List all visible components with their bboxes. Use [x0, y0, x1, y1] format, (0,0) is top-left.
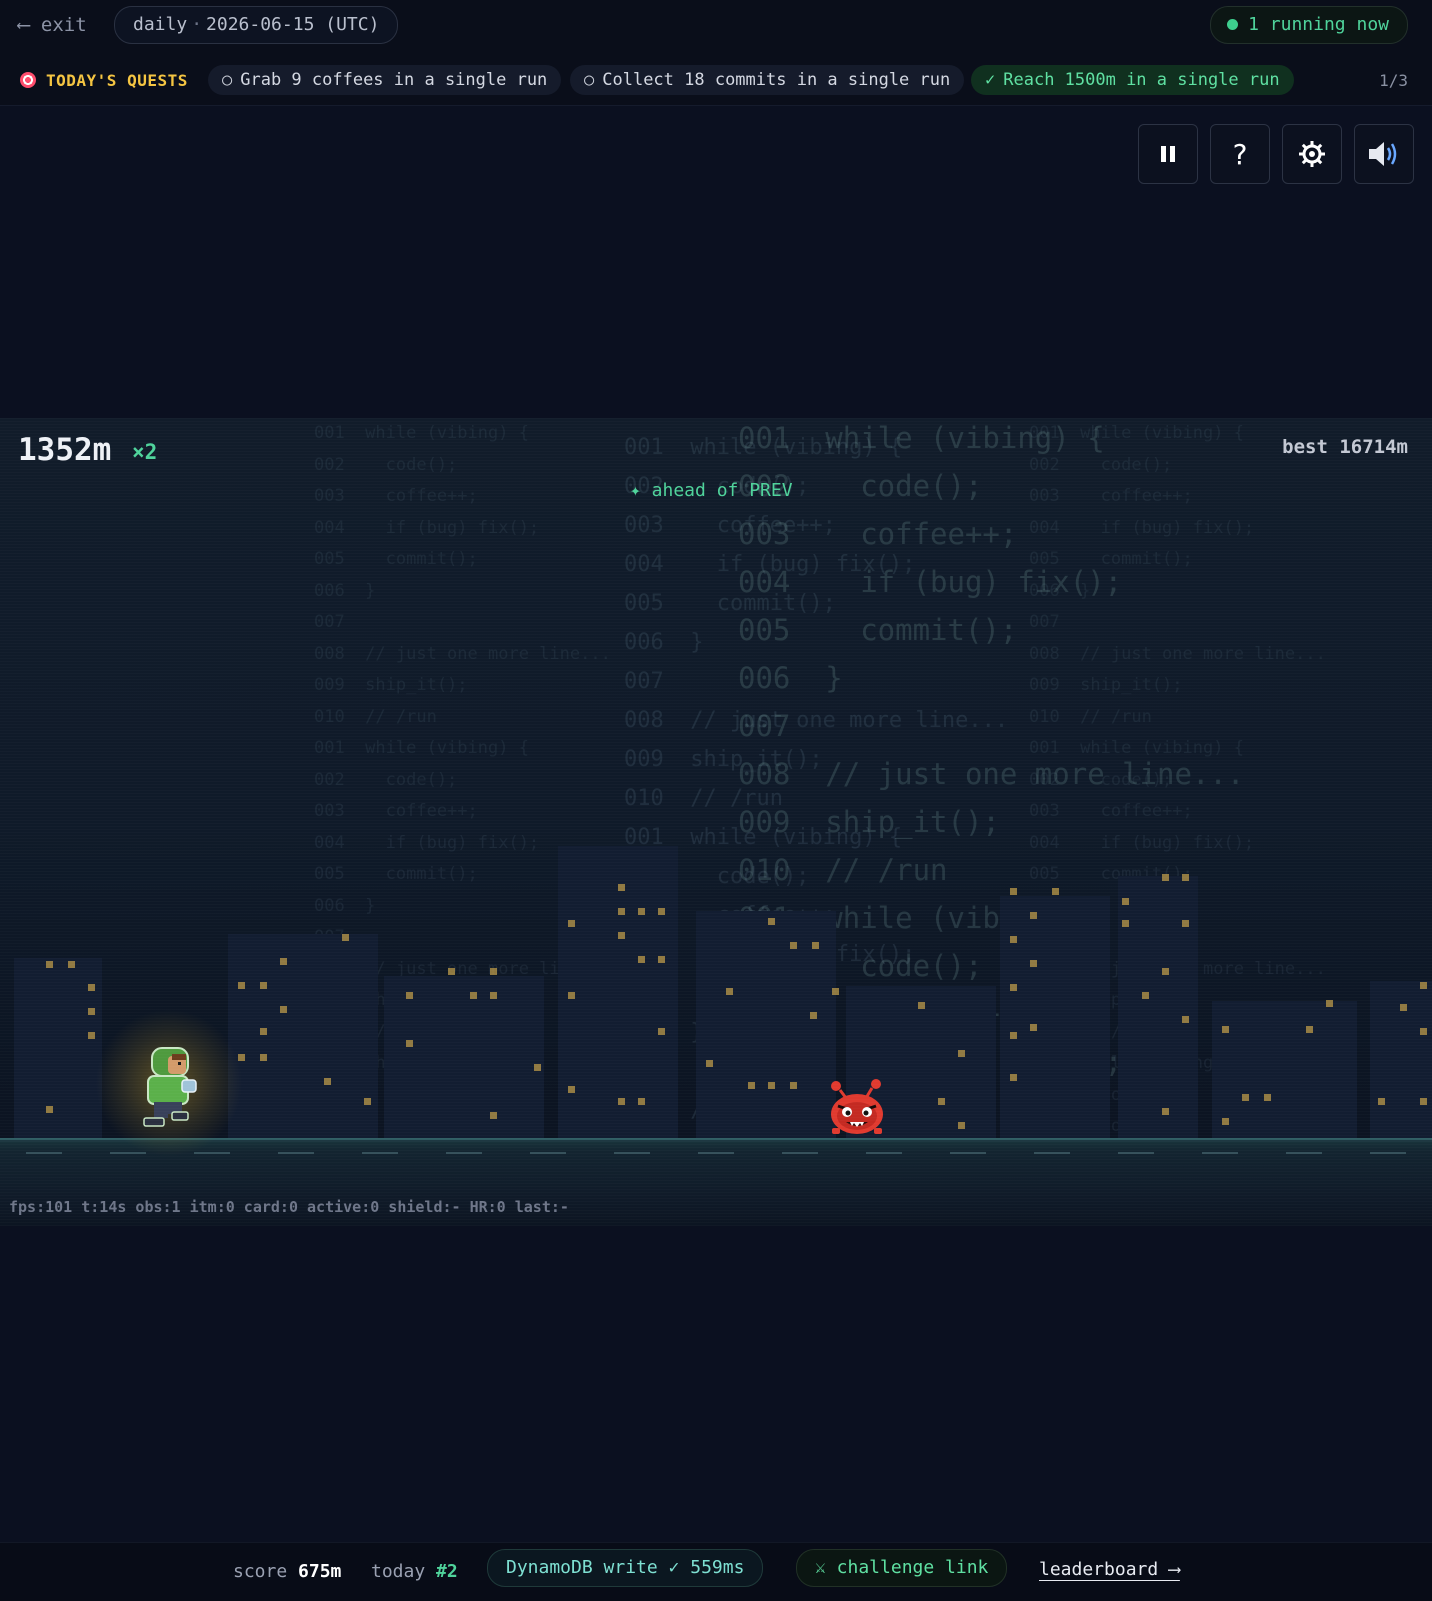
db-write-status: DynamoDB write ✓ 559ms — [487, 1549, 764, 1587]
settings-button[interactable] — [1282, 124, 1342, 184]
score-label: score — [233, 1561, 288, 1582]
pause-button[interactable] — [1138, 124, 1198, 184]
help-icon: ? — [1232, 137, 1248, 171]
quest-open-icon: ○ — [584, 70, 595, 90]
pause-icon — [1161, 146, 1175, 162]
exit-link[interactable]: ⟵ exit — [18, 12, 87, 38]
best-distance: best 16714m — [1282, 436, 1408, 458]
building — [1000, 896, 1110, 1146]
mode-date: 2026-06-15 (UTC) — [206, 14, 380, 35]
player-character-icon — [143, 1047, 197, 1127]
today-rank-stat: today #2 — [371, 1561, 458, 1582]
speaker-icon — [1369, 142, 1397, 166]
building — [228, 934, 378, 1146]
quest-open-icon: ○ — [222, 70, 233, 90]
quest-label: Collect 18 commits in a single run — [602, 70, 951, 90]
bug-enemy-icon — [831, 1079, 883, 1134]
building — [384, 976, 544, 1146]
quest-done-icon: ✓ — [985, 70, 996, 90]
game-canvas[interactable]: 001 while (vibing) { 002 code(); 003 cof… — [0, 418, 1432, 1226]
today-rank-value: #2 — [436, 1561, 458, 1582]
challenge-link-button[interactable]: ⚔ challenge link — [796, 1549, 1008, 1587]
quest-item-distance[interactable]: ✓ Reach 1500m in a single run — [971, 65, 1294, 95]
ahead-of-ghost-indicator: ✦ ahead of PREV — [630, 480, 793, 501]
quest-item-coffees[interactable]: ○ Grab 9 coffees in a single run — [208, 65, 562, 95]
quests-bar: TODAY'S QUESTS ○ Grab 9 coffees in a sing… — [0, 56, 1432, 106]
sound-button[interactable] — [1354, 124, 1414, 184]
quests-title-text: TODAY'S QUESTS — [46, 71, 188, 90]
running-now-badge: 1 running now — [1210, 6, 1408, 44]
building — [1212, 1001, 1357, 1146]
leaderboard-link[interactable]: leaderboard ⟶ — [1039, 1559, 1180, 1580]
score-multiplier: ×2 — [132, 440, 158, 464]
target-icon — [20, 72, 36, 88]
mode-pill: daily · 2026-06-15 (UTC) — [114, 6, 399, 44]
gear-icon — [1299, 141, 1325, 167]
building — [1118, 876, 1198, 1146]
quests-title: TODAY'S QUESTS — [20, 68, 188, 94]
mode-label: daily — [133, 14, 188, 35]
debug-stats: fps:101 t:14s obs:1 itm:0 card:0 active:… — [9, 1198, 569, 1216]
running-now-text: 1 running now — [1248, 14, 1389, 35]
separator-dot: · — [191, 14, 203, 35]
status-dot-icon — [1227, 19, 1239, 30]
help-button[interactable]: ? — [1210, 124, 1270, 184]
quest-label: Grab 9 coffees in a single run — [240, 70, 548, 90]
today-label: today — [371, 1561, 426, 1582]
score-stat: score 675m — [233, 1561, 341, 1582]
quest-label: Reach 1500m in a single run — [1003, 70, 1280, 90]
bottom-bar: score 675m today #2 DynamoDB write ✓ 559… — [0, 1542, 1432, 1601]
distance-counter: 1352m — [18, 432, 112, 468]
top-bar: ⟵ exit daily · 2026-06-15 (UTC) 1 running … — [0, 0, 1432, 57]
quest-item-commits[interactable]: ○ Collect 18 commits in a single run — [570, 65, 965, 95]
quests-progress: 1/3 — [1379, 71, 1408, 90]
score-value: 675m — [298, 1561, 342, 1582]
